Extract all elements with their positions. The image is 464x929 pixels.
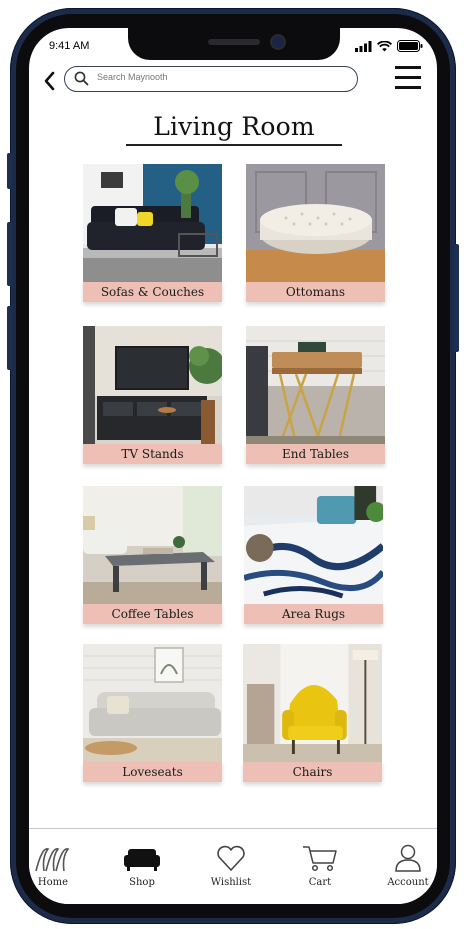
category-label: Loveseats xyxy=(83,762,222,782)
front-camera xyxy=(272,36,284,48)
category-ottomans[interactable]: Ottomans xyxy=(246,164,385,302)
tab-label: Wishlist xyxy=(210,877,252,888)
tv-stand-photo xyxy=(83,326,222,444)
wifi-icon xyxy=(377,40,392,51)
speaker xyxy=(208,39,260,45)
volume-up-button xyxy=(7,222,12,286)
tab-shop[interactable]: Shop xyxy=(112,843,172,893)
category-coffee-tables[interactable]: Coffee Tables xyxy=(83,486,222,624)
tab-label: Shop xyxy=(129,877,155,888)
loveseat-photo xyxy=(83,644,222,762)
notch xyxy=(128,28,340,60)
search-input[interactable] xyxy=(95,71,349,83)
tab-label: Account xyxy=(387,877,429,888)
sofa-icon xyxy=(124,849,160,871)
category-chairs[interactable]: Chairs xyxy=(243,644,382,782)
tab-label: Cart xyxy=(308,877,332,888)
title-underline xyxy=(126,144,342,146)
category-tv-stands[interactable]: TV Stands xyxy=(83,326,222,464)
tab-cart[interactable]: Cart xyxy=(290,843,350,893)
category-sofas-couches[interactable]: Sofas & Couches xyxy=(83,164,222,302)
ottoman-photo xyxy=(246,164,385,282)
signal-icon xyxy=(355,40,372,52)
tab-bar: Home Shop Wishlist Cart Account xyxy=(29,828,437,904)
chair-photo xyxy=(243,644,382,762)
battery-icon xyxy=(397,40,423,52)
area-rug-photo xyxy=(244,486,383,604)
category-label: Ottomans xyxy=(246,282,385,302)
category-loveseats[interactable]: Loveseats xyxy=(83,644,222,782)
category-label: TV Stands xyxy=(83,444,222,464)
tab-account[interactable]: Account xyxy=(378,843,437,893)
coffee-table-photo xyxy=(83,486,222,604)
end-table-photo xyxy=(246,326,385,444)
category-label: Coffee Tables xyxy=(83,604,222,624)
category-label: Chairs xyxy=(243,762,382,782)
power-button xyxy=(454,244,459,352)
category-label: Sofas & Couches xyxy=(83,282,222,302)
volume-down-button xyxy=(7,306,12,370)
screen: 9:41 AM Living Room xyxy=(29,28,437,904)
tab-home[interactable]: Home xyxy=(29,843,83,893)
category-label: End Tables xyxy=(246,444,385,464)
search-bar[interactable] xyxy=(64,66,358,92)
sofa-photo xyxy=(83,164,222,282)
status-icons xyxy=(355,40,423,52)
category-label: Area Rugs xyxy=(244,604,383,624)
page-title: Living Room xyxy=(153,112,315,141)
tab-wishlist[interactable]: Wishlist xyxy=(201,843,261,893)
chevron-left-icon xyxy=(44,71,55,91)
category-end-tables[interactable]: End Tables xyxy=(246,326,385,464)
search-icon xyxy=(74,71,89,86)
category-area-rugs[interactable]: Area Rugs xyxy=(244,486,383,624)
user-icon xyxy=(395,844,421,872)
status-time: 9:41 AM xyxy=(49,40,90,52)
heart-icon xyxy=(217,845,245,871)
back-button[interactable] xyxy=(39,70,61,92)
menu-button[interactable] xyxy=(395,66,421,90)
cart-icon xyxy=(303,846,337,872)
tab-label: Home xyxy=(37,877,69,888)
mute-switch xyxy=(7,153,12,189)
brand-logo-icon xyxy=(35,848,70,872)
